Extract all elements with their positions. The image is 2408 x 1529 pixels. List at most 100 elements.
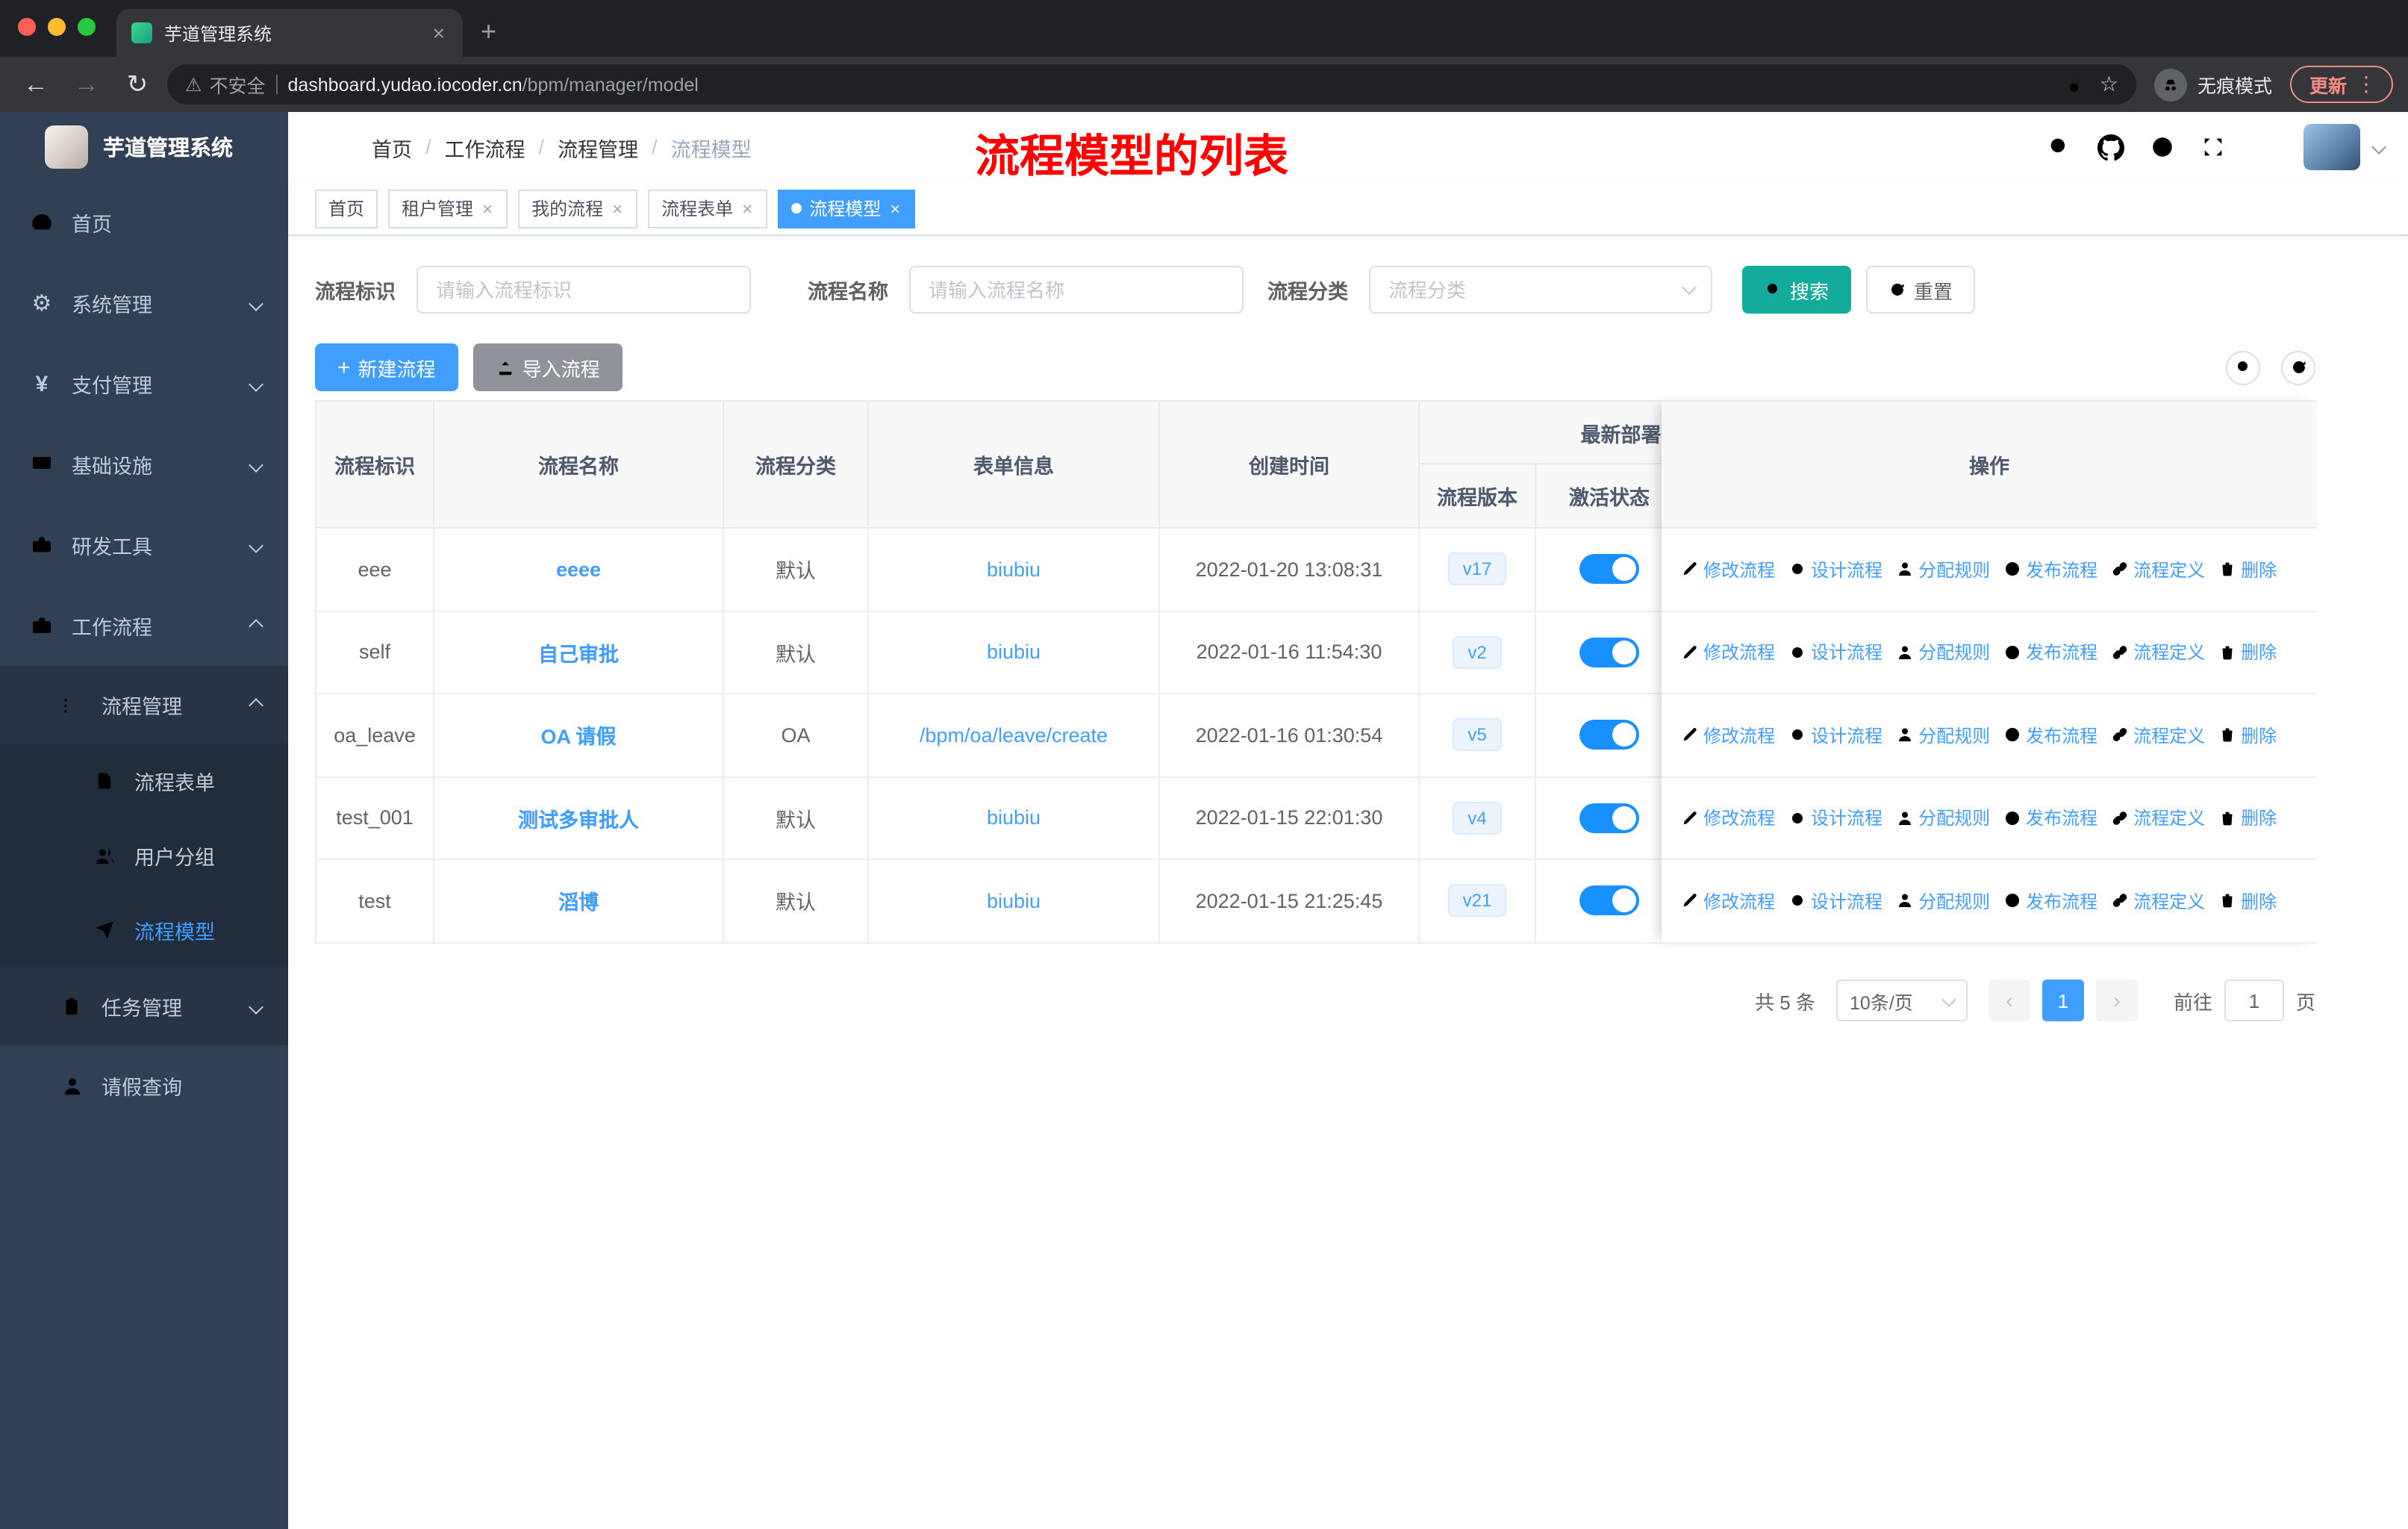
design-process-link[interactable]: 设计流程 — [1788, 723, 1883, 748]
process-key-input[interactable] — [417, 266, 751, 314]
active-toggle[interactable] — [1579, 637, 1639, 667]
process-name-link[interactable]: 测试多审批人 — [518, 803, 639, 833]
next-page-button[interactable]: › — [2095, 980, 2138, 1021]
window-minimize-button[interactable] — [48, 18, 66, 36]
process-name-link[interactable]: OA 请假 — [541, 720, 617, 750]
sidebar-item-user-group[interactable]: 用户分组 — [0, 818, 288, 893]
publish-process-link[interactable]: 发布流程 — [2003, 640, 2097, 665]
delete-link[interactable]: 删除 — [2218, 557, 2277, 582]
window-zoom-button[interactable] — [78, 18, 96, 36]
import-process-button[interactable]: 导入流程 — [472, 343, 623, 391]
assign-rule-link[interactable]: 分配规则 — [1896, 640, 1990, 665]
publish-process-link[interactable]: 发布流程 — [2003, 723, 2097, 748]
font-size-icon[interactable] — [2251, 134, 2278, 161]
delete-link[interactable]: 删除 — [2218, 640, 2277, 665]
browser-tab[interactable]: 芋道管理系统 × — [116, 9, 463, 57]
delete-link[interactable]: 删除 — [2218, 723, 2277, 748]
sidebar-item-task-management[interactable]: 任务管理 — [0, 968, 288, 1045]
sidebar-item-process-management[interactable]: 流程管理 — [0, 666, 288, 744]
form-info-link[interactable]: /bpm/oa/leave/create — [920, 724, 1108, 747]
process-name-link[interactable]: 滔博 — [558, 886, 599, 916]
publish-process-link[interactable]: 发布流程 — [2003, 888, 2097, 914]
process-name-input[interactable] — [909, 266, 1244, 314]
modify-process-link[interactable]: 修改流程 — [1681, 640, 1775, 665]
process-name-link[interactable]: 自己审批 — [538, 638, 619, 667]
process-definition-link[interactable]: 流程定义 — [2111, 888, 2205, 914]
assign-rule-link[interactable]: 分配规则 — [1896, 723, 1990, 748]
assign-rule-link[interactable]: 分配规则 — [1896, 806, 1990, 831]
modify-process-link[interactable]: 修改流程 — [1681, 557, 1775, 582]
tag-close-icon[interactable]: × — [888, 198, 902, 219]
new-tab-button[interactable]: + — [481, 16, 496, 48]
delete-link[interactable]: 删除 — [2218, 888, 2277, 914]
process-category-select[interactable] — [1369, 266, 1712, 314]
tag-process-form[interactable]: 流程表单 × — [648, 189, 768, 228]
sidebar-toggle-button[interactable] — [318, 134, 345, 161]
version-badge[interactable]: v5 — [1453, 718, 1502, 752]
sidebar-item-system[interactable]: ⚙ 系统管理 — [0, 263, 288, 343]
goto-page-input[interactable] — [2224, 980, 2284, 1021]
assign-rule-link[interactable]: 分配规则 — [1896, 557, 1990, 582]
form-info-link[interactable]: biubiu — [987, 558, 1041, 581]
back-button[interactable]: ← — [15, 69, 57, 99]
tag-close-icon[interactable]: × — [481, 198, 494, 219]
tag-tenant[interactable]: 租户管理 × — [388, 189, 508, 228]
tag-close-icon[interactable]: × — [611, 198, 624, 219]
menu-dots-icon[interactable]: ⋮ — [2356, 72, 2377, 97]
version-badge[interactable]: v2 — [1453, 635, 1502, 669]
publish-process-link[interactable]: 发布流程 — [2003, 806, 2097, 831]
form-info-link[interactable]: biubiu — [987, 641, 1041, 664]
key-icon[interactable] — [2067, 71, 2089, 98]
search-button[interactable]: 搜索 — [1742, 266, 1852, 314]
delete-link[interactable]: 删除 — [2218, 806, 2277, 831]
tag-close-icon[interactable]: × — [740, 198, 754, 219]
version-badge[interactable]: v4 — [1453, 801, 1502, 835]
publish-process-link[interactable]: 发布流程 — [2003, 557, 2097, 582]
process-name-link[interactable]: eeee — [556, 558, 601, 581]
process-definition-link[interactable]: 流程定义 — [2111, 723, 2205, 748]
window-close-button[interactable] — [18, 18, 36, 36]
breadcrumb-item[interactable]: 工作流程 — [445, 132, 525, 162]
assign-rule-link[interactable]: 分配规则 — [1896, 888, 1990, 914]
sidebar-item-process-form[interactable]: 流程表单 — [0, 744, 288, 818]
form-info-link[interactable]: biubiu — [987, 807, 1041, 829]
design-process-link[interactable]: 设计流程 — [1788, 557, 1883, 582]
tab-close-icon[interactable]: × — [430, 21, 448, 45]
sidebar-item-workflow[interactable]: 工作流程 — [0, 585, 288, 666]
process-definition-link[interactable]: 流程定义 — [2111, 806, 2205, 831]
design-process-link[interactable]: 设计流程 — [1788, 806, 1883, 831]
sidebar-item-home[interactable]: 首页 — [0, 182, 288, 263]
active-toggle[interactable] — [1579, 885, 1639, 916]
active-toggle[interactable] — [1579, 554, 1639, 585]
page-size-select[interactable]: 10条/页 — [1835, 980, 1968, 1021]
sidebar-item-devtools[interactable]: 研发工具 — [0, 505, 288, 585]
active-toggle[interactable] — [1579, 720, 1639, 750]
design-process-link[interactable]: 设计流程 — [1788, 888, 1883, 914]
search-icon[interactable] — [2047, 134, 2072, 160]
user-avatar[interactable] — [2303, 124, 2360, 170]
design-process-link[interactable]: 设计流程 — [1788, 640, 1883, 665]
forward-button[interactable]: → — [66, 69, 107, 99]
help-icon[interactable] — [2150, 134, 2175, 160]
tag-home[interactable]: 首页 — [315, 189, 378, 228]
version-badge[interactable]: v17 — [1447, 552, 1507, 586]
refresh-button[interactable] — [2281, 350, 2315, 384]
tag-my-process[interactable]: 我的流程 × — [518, 189, 638, 228]
tag-process-model[interactable]: 流程模型 × — [778, 189, 916, 228]
update-button[interactable]: 更新 ⋮ — [2289, 66, 2393, 103]
modify-process-link[interactable]: 修改流程 — [1681, 806, 1775, 831]
breadcrumb-item[interactable]: 首页 — [372, 132, 412, 162]
toggle-search-button[interactable] — [2226, 350, 2260, 384]
process-definition-link[interactable]: 流程定义 — [2111, 557, 2205, 582]
sidebar-item-infrastructure[interactable]: 基础设施 — [0, 424, 288, 505]
form-info-link[interactable]: biubiu — [987, 890, 1041, 912]
security-status[interactable]: ⚠ 不安全 — [185, 70, 265, 99]
url-bar[interactable]: ⚠ 不安全 dashboard.yudao.iocoder.cn/bpm/man… — [167, 64, 2136, 105]
modify-process-link[interactable]: 修改流程 — [1681, 888, 1775, 914]
sidebar-item-leave-query[interactable]: 请假查询 — [0, 1045, 288, 1126]
github-icon[interactable] — [2097, 134, 2124, 161]
page-number-button[interactable]: 1 — [2042, 980, 2084, 1021]
modify-process-link[interactable]: 修改流程 — [1681, 723, 1775, 748]
reload-button[interactable]: ↻ — [116, 69, 158, 99]
create-process-button[interactable]: + 新建流程 — [315, 343, 458, 391]
